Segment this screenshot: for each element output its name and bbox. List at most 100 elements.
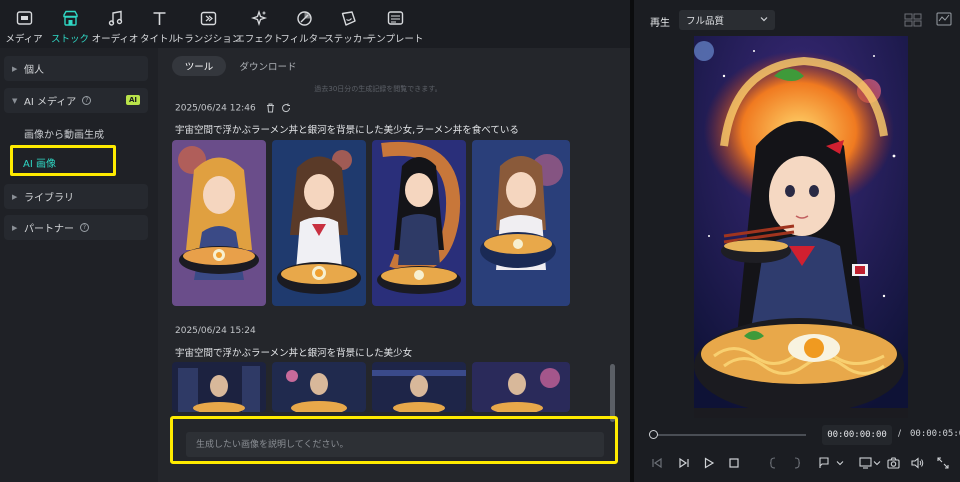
current-timecode[interactable]: 00:00:00:00 (822, 425, 892, 445)
tool-stock[interactable]: ストック (50, 0, 90, 48)
caret-down-icon: ▼ (12, 96, 18, 105)
generated-image-thumbnail[interactable] (472, 362, 570, 412)
sidebar-item-label: 個人 (24, 65, 44, 76)
mark-in-button[interactable] (766, 456, 780, 470)
template-icon (386, 9, 404, 27)
prompt-input[interactable] (186, 432, 604, 457)
display-button[interactable] (858, 456, 872, 470)
preview-title: 再生 (650, 18, 670, 29)
playback-progress-knob[interactable] (649, 430, 658, 439)
media-icon (15, 9, 33, 27)
regenerate-icon[interactable] (281, 103, 291, 113)
generated-image-thumbnail[interactable] (272, 140, 366, 306)
quality-value: フル品質 (686, 16, 725, 27)
generated-image-thumbnail[interactable] (372, 362, 466, 412)
preview-image (694, 36, 908, 418)
ai-badge: AI (125, 95, 140, 105)
scrollbar[interactable] (610, 364, 615, 422)
batch-prompt: 宇宙空間で浮かぶラーメン丼と銀河を背景にした美少女 (175, 348, 413, 359)
tool-media[interactable]: メディア (4, 0, 44, 48)
sidebar: ▶ 個人 ▼ AI メディア ? AI 画像から動画生成 AI 画像 ▶ ライブ… (0, 48, 158, 482)
tool-title[interactable]: タイトル (140, 0, 179, 48)
caret-right-icon: ▶ (12, 223, 18, 232)
fullscreen-icon (937, 457, 949, 469)
history-notice: 過去30日分の生成記録を閲覧できます。 (314, 85, 442, 93)
tab-tools[interactable]: ツール (172, 56, 226, 76)
batch-timestamp: 2025/06/24 12:46 (175, 103, 256, 114)
sidebar-item-label: ライブラリ (24, 193, 74, 204)
timecode-separator: / (898, 429, 902, 439)
grid-view-icon[interactable] (904, 13, 922, 27)
sidebar-item-label: AI メディア (24, 97, 77, 108)
help-icon[interactable]: ? (80, 223, 89, 232)
tool-label: ステッカー (324, 34, 372, 45)
generated-image-thumbnail[interactable] (172, 140, 266, 306)
mark-in-icon (769, 457, 776, 469)
play-button[interactable] (702, 456, 716, 470)
help-icon[interactable]: ? (82, 96, 92, 105)
play-icon (704, 457, 715, 469)
caret-right-icon: ▶ (12, 192, 18, 201)
music-note-icon (106, 9, 124, 27)
chevron-down-icon (760, 17, 768, 22)
tool-label: タイトル (140, 34, 179, 45)
volume-button[interactable] (910, 456, 924, 470)
tool-label: ストック (50, 34, 89, 45)
tool-label: メディア (5, 34, 43, 45)
generated-image-thumbnail[interactable] (172, 362, 266, 412)
prompt-input-highlight (170, 416, 618, 464)
tool-template[interactable]: テンプレート (367, 0, 423, 48)
sidebar-item-partner[interactable]: ▶ パートナー ? (4, 215, 148, 240)
tool-label: トランジション (174, 34, 242, 45)
camera-icon (886, 457, 900, 469)
sidebar-item-personal[interactable]: ▶ 個人 (4, 56, 148, 81)
filter-icon (295, 9, 313, 27)
playback-progress-track[interactable] (652, 434, 806, 436)
preview-panel: 再生 フル品質 00:00:00:00 / 00:00:05: (634, 0, 960, 482)
mark-out-icon (794, 457, 801, 469)
ai-image-content: ツール ダウンロード 過去30日分の生成記録を閲覧できます。 2025/06/2… (158, 48, 630, 482)
tool-label: オーディオ (91, 34, 139, 45)
display-dropdown[interactable] (872, 456, 882, 470)
batch-timestamp: 2025/06/24 15:24 (175, 326, 256, 336)
generated-image-thumbnail[interactable] (372, 140, 466, 306)
marker-icon (819, 457, 829, 468)
previous-frame-button[interactable] (650, 456, 664, 470)
text-icon (150, 9, 168, 27)
trash-icon[interactable] (266, 103, 275, 113)
snapshot-button[interactable] (886, 456, 900, 470)
quality-dropdown[interactable]: フル品質 (679, 10, 775, 30)
tool-filter[interactable]: フィルター (280, 0, 328, 48)
generated-image-thumbnail[interactable] (272, 362, 366, 412)
stop-button[interactable] (727, 456, 741, 470)
sidebar-item-library[interactable]: ▶ ライブラリ (4, 184, 148, 209)
generated-image-thumbnail[interactable] (472, 140, 570, 306)
transition-icon (199, 9, 217, 27)
tool-sticker[interactable]: ステッカー (324, 0, 372, 48)
previous-frame-icon (652, 457, 662, 469)
tool-label: フィルター (280, 34, 328, 45)
speaker-icon (910, 457, 923, 469)
sparkle-icon (250, 9, 268, 27)
chevron-down-icon (836, 461, 844, 466)
top-toolbar: メディア ストック オーディオ タイトル トランジション エフェクト フィルター… (0, 0, 630, 48)
mark-out-button[interactable] (790, 456, 804, 470)
sidebar-item-image-to-video[interactable]: 画像から動画生成 (24, 126, 104, 141)
tool-audio[interactable]: オーディオ (91, 0, 139, 48)
tool-effect[interactable]: エフェクト (235, 0, 283, 48)
stock-icon (61, 9, 79, 27)
tab-download[interactable]: ダウンロード (232, 56, 304, 76)
tool-transition[interactable]: トランジション (175, 0, 241, 48)
tool-label: テンプレート (366, 34, 424, 45)
monitor-icon (858, 457, 872, 469)
fullscreen-button[interactable] (936, 456, 950, 470)
media-panel: メディア ストック オーディオ タイトル トランジション エフェクト フィルター… (0, 0, 630, 482)
marker-button[interactable] (817, 456, 831, 470)
sidebar-item-label: パートナー (24, 224, 74, 235)
marker-dropdown[interactable] (835, 456, 845, 470)
waveform-icon[interactable] (936, 12, 952, 26)
sidebar-item-ai-image[interactable]: AI 画像 (10, 145, 116, 176)
next-frame-button[interactable] (677, 456, 691, 470)
sticker-icon (339, 9, 357, 27)
sidebar-item-ai-media[interactable]: ▼ AI メディア ? AI (4, 88, 148, 113)
